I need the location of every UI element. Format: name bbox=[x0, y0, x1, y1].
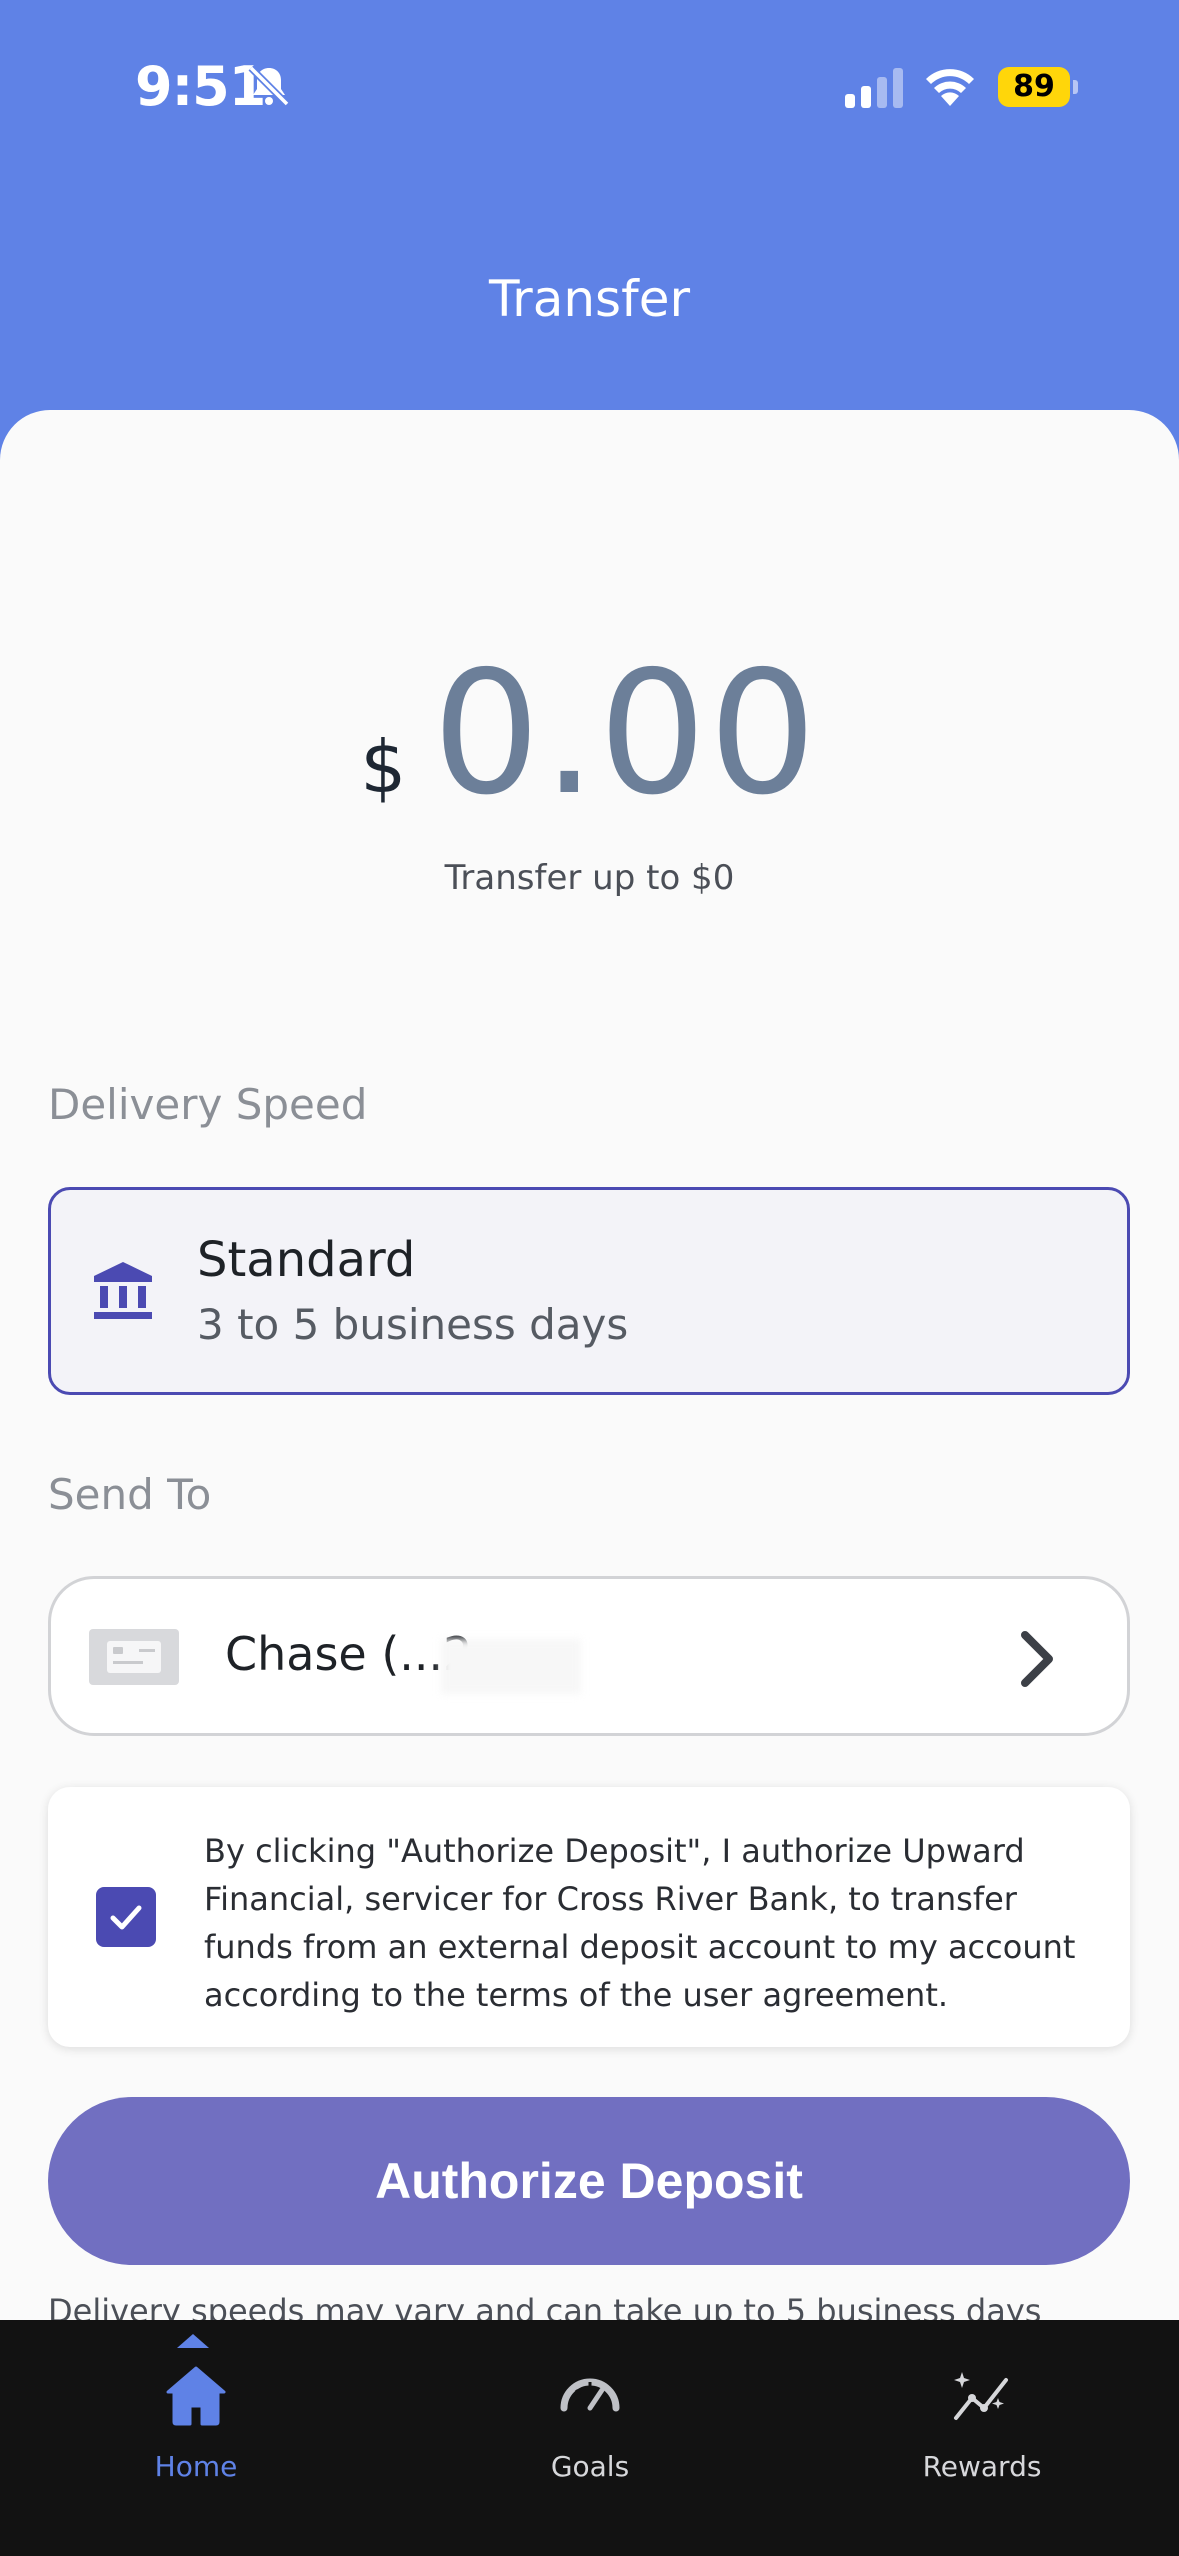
delivery-option-standard[interactable]: Standard 3 to 5 business days bbox=[48, 1187, 1130, 1395]
currency-symbol: $ bbox=[360, 725, 407, 809]
redacted-account-digits bbox=[441, 1639, 581, 1694]
delivery-option-subtitle: 3 to 5 business days bbox=[197, 1300, 629, 1349]
battery-icon: 89 bbox=[998, 67, 1078, 107]
amount-display[interactable]: $0.00 bbox=[0, 635, 1179, 833]
tab-home[interactable]: Home bbox=[46, 2320, 346, 2556]
authorization-consent-card: By clicking "Authorize Deposit", I autho… bbox=[48, 1787, 1130, 2047]
wifi-icon bbox=[926, 69, 974, 106]
transfer-limit-text: Transfer up to $0 bbox=[444, 858, 735, 898]
consent-text: By clicking "Authorize Deposit", I autho… bbox=[204, 1832, 1076, 2014]
tab-rewards[interactable]: Rewards bbox=[832, 2320, 1132, 2556]
check-icon bbox=[110, 1905, 142, 1930]
active-tab-indicator bbox=[177, 2334, 209, 2348]
tab-rewards-label: Rewards bbox=[922, 2450, 1042, 2483]
battery-level: 89 bbox=[998, 67, 1070, 107]
amount-value[interactable]: 0.00 bbox=[432, 635, 819, 833]
home-icon bbox=[166, 2366, 226, 2426]
battery-cap bbox=[1073, 80, 1078, 94]
consent-checkbox[interactable] bbox=[96, 1887, 156, 1947]
signal-icon bbox=[845, 68, 903, 108]
page-title: Transfer bbox=[488, 270, 691, 328]
send-to-label: Send To bbox=[48, 1470, 212, 1519]
chevron-right-icon bbox=[1021, 1631, 1053, 1687]
bank-icon bbox=[94, 1262, 152, 1319]
tab-goals[interactable]: Goals bbox=[440, 2320, 740, 2556]
bell-slash-icon bbox=[248, 65, 290, 107]
card-icon bbox=[89, 1629, 179, 1685]
transfer-screen: 9:51 89 Transfer $0.00 Transfer up to $0… bbox=[0, 0, 1179, 2556]
gauge-icon bbox=[560, 2378, 620, 2412]
bottom-tab-bar: Home Goals Rewards bbox=[0, 2320, 1179, 2556]
sparkle-chart-icon bbox=[954, 2372, 1008, 2420]
send-to-account-selector[interactable]: Chase (...2 bbox=[48, 1576, 1130, 1736]
tab-goals-label: Goals bbox=[550, 2450, 630, 2483]
send-to-account-name: Chase (...2 bbox=[225, 1627, 473, 1681]
delivery-speed-label: Delivery Speed bbox=[48, 1080, 368, 1129]
authorize-deposit-button[interactable]: Authorize Deposit bbox=[48, 2097, 1130, 2265]
delivery-option-title: Standard bbox=[197, 1232, 416, 1288]
tab-home-label: Home bbox=[154, 2450, 238, 2483]
